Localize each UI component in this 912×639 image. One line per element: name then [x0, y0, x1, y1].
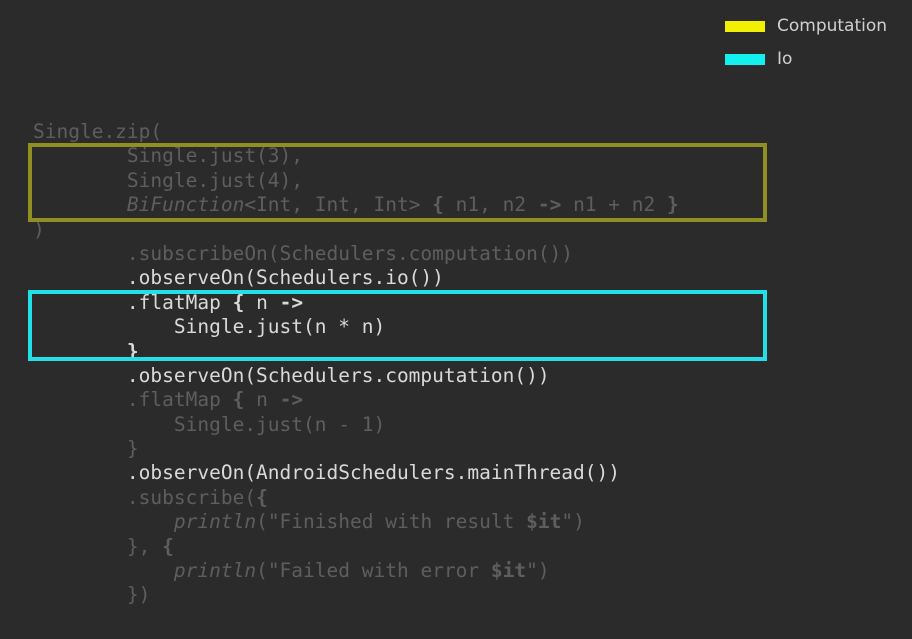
code-token: ") — [561, 510, 585, 534]
code-line: Single.zip( — [33, 120, 679, 144]
code-token: $it — [490, 559, 527, 583]
code-token: Single.just(n - 1) — [33, 412, 386, 436]
code-line: .observeOn(AndroidSchedulers.mainThread(… — [33, 461, 679, 485]
code-line: .subscribeOn(Schedulers.computation()) — [33, 242, 679, 266]
code-line: .observeOn(Schedulers.io()) — [33, 266, 679, 290]
code-line: }) — [33, 583, 679, 607]
code-token: Single.zip( — [33, 120, 163, 143]
code-line: .flatMap { n -> — [33, 388, 679, 412]
code-token: .observeOn(AndroidSchedulers.mainThread(… — [33, 461, 620, 485]
code-token: $it — [526, 510, 562, 534]
code-token: .observeOn(Schedulers.computation()) — [33, 363, 550, 387]
code-token: { — [256, 485, 268, 509]
code-token: }) — [33, 583, 151, 607]
code-token: println — [173, 559, 257, 583]
code-token: n — [244, 388, 280, 412]
legend-label-computation: Computation — [777, 16, 888, 36]
legend-item-computation: Computation — [725, 14, 887, 38]
code-line: }, { — [33, 535, 679, 559]
code-token: ") — [526, 559, 550, 583]
legend-item-io: Io — [725, 47, 887, 71]
code-token: .flatMap — [33, 388, 233, 412]
io-highlight-box — [28, 290, 767, 361]
code-token: -> — [279, 388, 304, 412]
code-token: }, — [33, 534, 163, 558]
code-line: Single.just(n - 1) — [33, 413, 679, 437]
io-swatch — [725, 53, 765, 65]
code-token: .observeOn(Schedulers.io()) — [33, 266, 444, 290]
computation-swatch — [725, 20, 765, 32]
computation-highlight-box — [28, 143, 767, 222]
code-line: .observeOn(Schedulers.computation()) — [33, 364, 679, 388]
code-line: .subscribe({ — [33, 486, 679, 510]
legend-label-io: Io — [777, 49, 793, 69]
code-token: .subscribe( — [33, 485, 257, 509]
code-token: ("Finished with result — [256, 510, 527, 534]
code-token: ("Failed with error — [256, 559, 491, 583]
code-line: println("Finished with result $it") — [33, 510, 679, 534]
code-token: } — [33, 437, 139, 461]
code-token: { — [232, 388, 245, 412]
code-token: println — [173, 510, 257, 534]
code-token: { — [162, 534, 174, 558]
code-line: } — [33, 437, 679, 461]
legend: Computation Io — [725, 14, 887, 80]
code-line: println("Failed with error $it") — [33, 559, 679, 583]
code-token: .subscribeOn(Schedulers.computation()) — [33, 241, 574, 265]
